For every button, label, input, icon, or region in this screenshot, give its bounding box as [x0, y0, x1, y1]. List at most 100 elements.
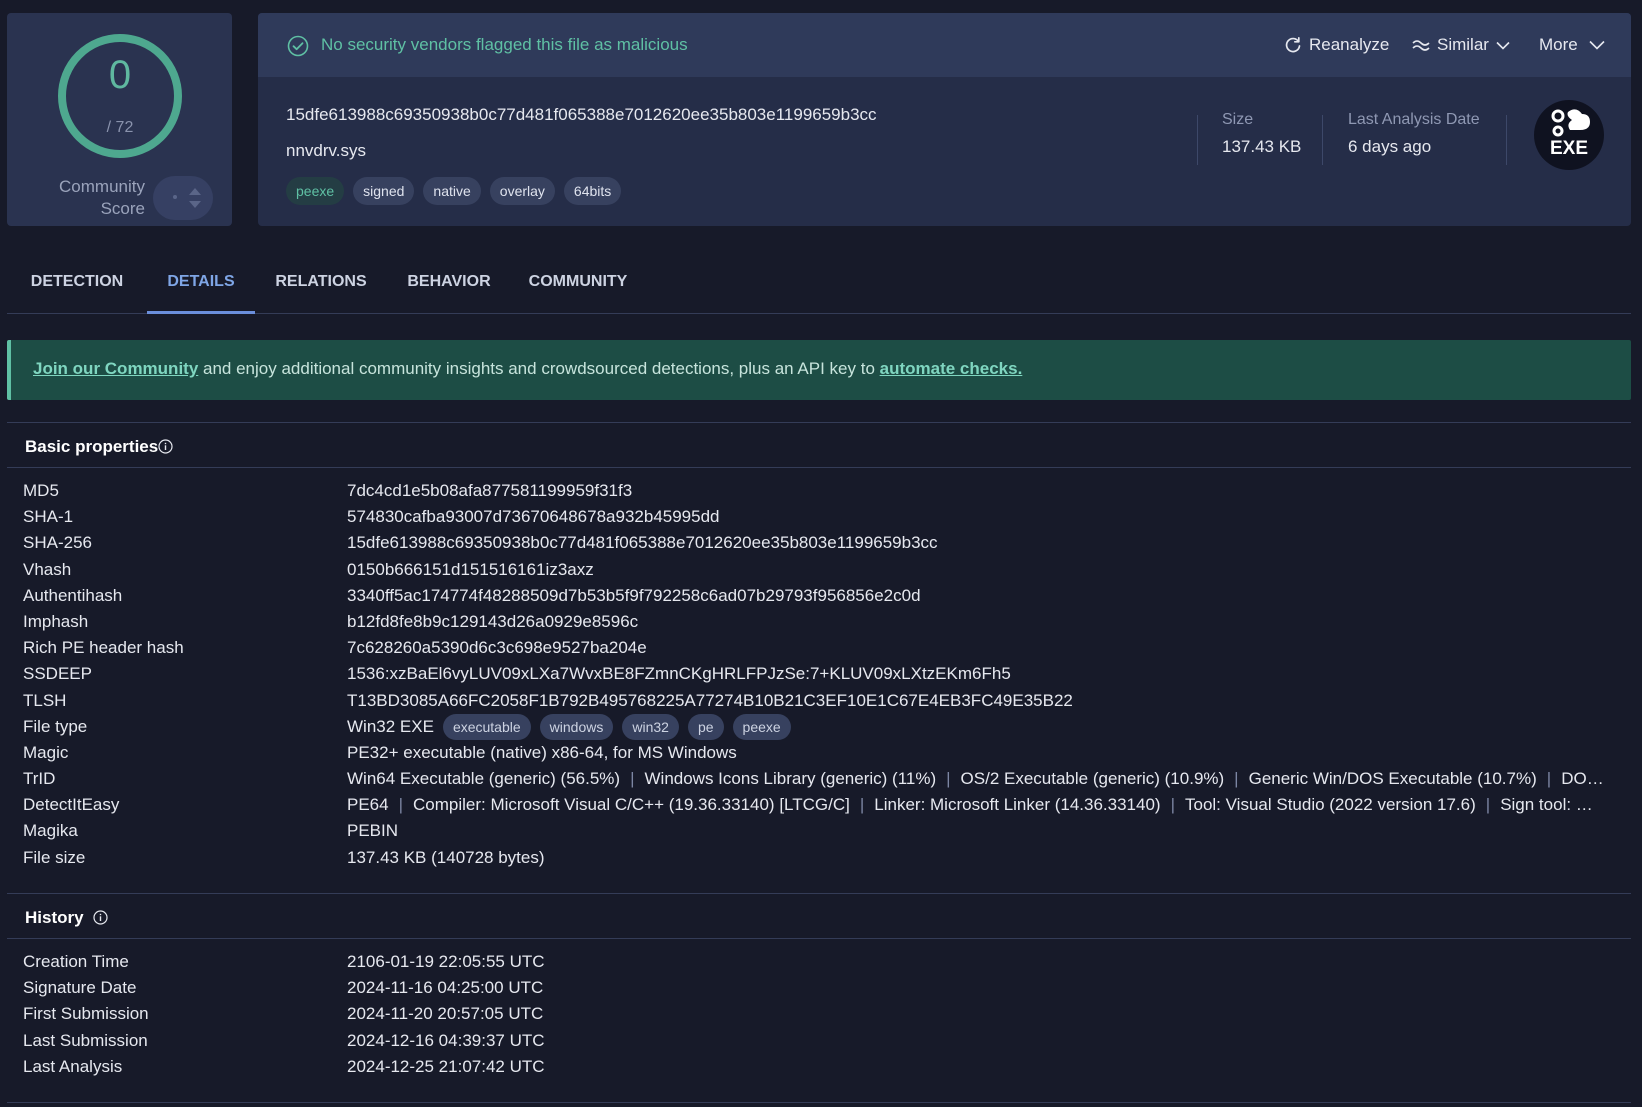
property-key: Vhash [23, 559, 72, 579]
history-value: 2024-12-25 21:07:42 UTC [347, 1056, 545, 1076]
file-type-tag[interactable]: windows [539, 713, 614, 740]
property-value: Win32 EXE executable windows win32 pe peexe [347, 713, 1607, 740]
vote-score-dot [173, 195, 177, 199]
property-key: SHA-256 [23, 533, 92, 553]
trid-entry: DOS Executa… [1561, 769, 1607, 789]
history-key: Creation Time [23, 952, 129, 971]
property-key: Magika [23, 821, 78, 841]
die-entry: Sign tool: Windows A… [1500, 795, 1607, 815]
tag-64bits[interactable]: 64bits [563, 177, 622, 205]
separator: | [859, 795, 865, 815]
check-circle-icon [287, 35, 309, 57]
property-row: TLSH T13BD3085A66FC2058F1B792B495768225A7… [7, 688, 1631, 714]
history-row: Signature Date 2024-11-16 04:25:00 UTC [7, 975, 1631, 1001]
chevron-down-icon [1589, 40, 1605, 50]
info-icon[interactable] [158, 439, 173, 454]
property-key: Authentihash [23, 585, 123, 605]
section-title: Basic properties [25, 437, 159, 456]
property-value[interactable]: 0150b666151d151516161iz3axz [347, 557, 1607, 583]
basic-properties-rows: MD5 7dc4cd1e5b08afa877581199959f31f3 SHA-… [7, 478, 1631, 871]
history-value: 2024-11-16 04:25:00 UTC [347, 978, 544, 998]
section-header: History [7, 893, 1631, 939]
die-entry: Compiler: Microsoft Visual C/C++ (19.36.… [413, 795, 850, 815]
section-title: History [25, 908, 84, 927]
property-value[interactable]: 1536:xzBaEl6vyLUV09xLXa7WvxBE8FZmnCKgHRL… [347, 661, 1607, 687]
verdict-text: No security vendors flagged this file as… [321, 35, 688, 54]
property-value[interactable]: 574830cafba93007d73670648678a932b45995dd [347, 504, 1607, 530]
tag-peexe[interactable]: peexe [286, 177, 345, 205]
property-value[interactable]: 7c628260a5390d6c3c698e9527ba204e [347, 635, 1607, 661]
detection-score-card: 0 / 72 Community Score [7, 13, 232, 226]
trid-entry: Win64 Executable (generic) (56.5%) [347, 769, 621, 789]
file-type-tag[interactable]: peexe [732, 713, 791, 740]
history-value: 2024-12-16 04:39:37 UTC [347, 1030, 545, 1050]
divider [1197, 115, 1198, 165]
property-value[interactable]: 7dc4cd1e5b08afa877581199959f31f3 [347, 478, 1607, 504]
history-key: Last Submission [23, 1030, 148, 1050]
file-type-tag[interactable]: win32 [622, 713, 679, 740]
property-key: Rich PE header hash [23, 638, 184, 658]
tab-behavior[interactable]: BEHAVIOR [387, 262, 511, 314]
trid-entry: Windows Icons Library (generic) (11%) [644, 769, 937, 789]
file-type-tag[interactable]: executable [442, 713, 531, 740]
property-row-detectiteasy: DetectItEasy PE64 | Compiler: Microsoft Vi… [7, 792, 1631, 818]
reanalyze-button[interactable]: Reanalyze [1284, 35, 1389, 55]
community-score-label: Community Score [59, 177, 145, 218]
separator: | [398, 795, 404, 815]
community-banner: Join our Community and enjoy additional … [7, 340, 1631, 400]
file-type-badge: EXE [1534, 100, 1604, 170]
file-sha256[interactable]: 15dfe613988c69350938b0c77d481f065388e701… [286, 105, 877, 125]
tab-detection[interactable]: DETECTION [7, 262, 147, 314]
more-label: More [1539, 35, 1578, 54]
property-row: Authentihash 3340ff5ac174774f48288509d7b5… [7, 583, 1631, 609]
trid-values: Win64 Executable (generic) (56.5%) | Windo… [347, 766, 1607, 792]
die-values: PE64 | Compiler: Microsoft Visual C/C++ (1… [347, 792, 1607, 818]
history-row: First Submission 2024-11-20 20:57:05 UTC [7, 1001, 1631, 1027]
property-row-file-size: File size 137.43 KB (140728 bytes) [7, 845, 1631, 871]
history-row: Creation Time 2106-01-19 22:05:55 UTC [7, 949, 1631, 975]
community-vote-control[interactable] [153, 176, 213, 220]
tag-native[interactable]: native [423, 177, 481, 205]
more-dropdown[interactable]: More [1539, 35, 1605, 55]
divider [7, 1102, 1631, 1103]
info-icon[interactable] [93, 910, 108, 925]
upvote-icon[interactable] [189, 188, 201, 195]
property-key: Magic [23, 742, 69, 762]
gear-icon [1551, 109, 1590, 137]
property-row-trid: TrID Win64 Executable (generic) (56.5%) |… [7, 766, 1631, 792]
similar-dropdown[interactable]: Similar [1412, 35, 1510, 55]
file-type-tag[interactable]: pe [687, 713, 724, 740]
file-summary-card: No security vendors flagged this file as… [258, 13, 1631, 226]
history-value: 2106-01-19 22:05:55 UTC [347, 952, 545, 971]
property-value[interactable]: T13BD3085A66FC2058F1B792B495768225A77274… [347, 688, 1607, 714]
property-key: File size [23, 847, 86, 867]
section-header: Basic properties [7, 422, 1631, 468]
property-row-file-type: File type Win32 EXE executable windows win3… [7, 713, 1631, 740]
history-rows: Creation Time 2106-01-19 22:05:55 UTC Sig… [7, 949, 1631, 1080]
report-tabs: DETECTION DETAILS RELATIONS BEHAVIOR COM… [7, 262, 1631, 314]
property-value[interactable]: 15dfe613988c69350938b0c77d481f065388e701… [347, 530, 1607, 556]
last-analysis-value: 6 days ago [1348, 137, 1432, 156]
history-section: History Creation Time 2106-01-19 22:05:55… [7, 893, 1631, 1102]
reanalyze-label: Reanalyze [1309, 35, 1390, 54]
separator: | [1234, 769, 1239, 789]
property-value[interactable]: b12fd8fe8b9c129143d26a0929e8596c [347, 609, 1607, 635]
join-community-link[interactable]: Join our Community [33, 359, 198, 378]
tab-relations[interactable]: RELATIONS [255, 262, 387, 314]
automate-checks-link[interactable]: automate checks. [880, 359, 1023, 378]
tag-overlay[interactable]: overlay [489, 177, 555, 205]
verdict-bar: No security vendors flagged this file as… [258, 13, 1631, 77]
property-key: SHA-1 [23, 507, 74, 527]
tab-community[interactable]: COMMUNITY [511, 262, 645, 314]
tab-details[interactable]: DETAILS [147, 262, 255, 314]
property-row: Vhash 0150b666151d151516161iz3axz [7, 557, 1631, 583]
downvote-icon[interactable] [189, 201, 201, 208]
property-row-magika: Magika PEBIN [7, 818, 1631, 844]
history-row: Last Analysis 2024-12-25 21:07:42 UTC [7, 1054, 1631, 1080]
separator: | [1170, 795, 1175, 815]
history-key: Last Analysis [23, 1056, 123, 1076]
property-value[interactable]: 3340ff5ac174774f48288509d7b53b5f9f792258… [347, 583, 1607, 609]
property-key: File type [23, 716, 88, 736]
tag-signed[interactable]: signed [353, 177, 415, 205]
die-entry: Linker: Microsoft Linker (14.36.33140) [874, 795, 1161, 815]
